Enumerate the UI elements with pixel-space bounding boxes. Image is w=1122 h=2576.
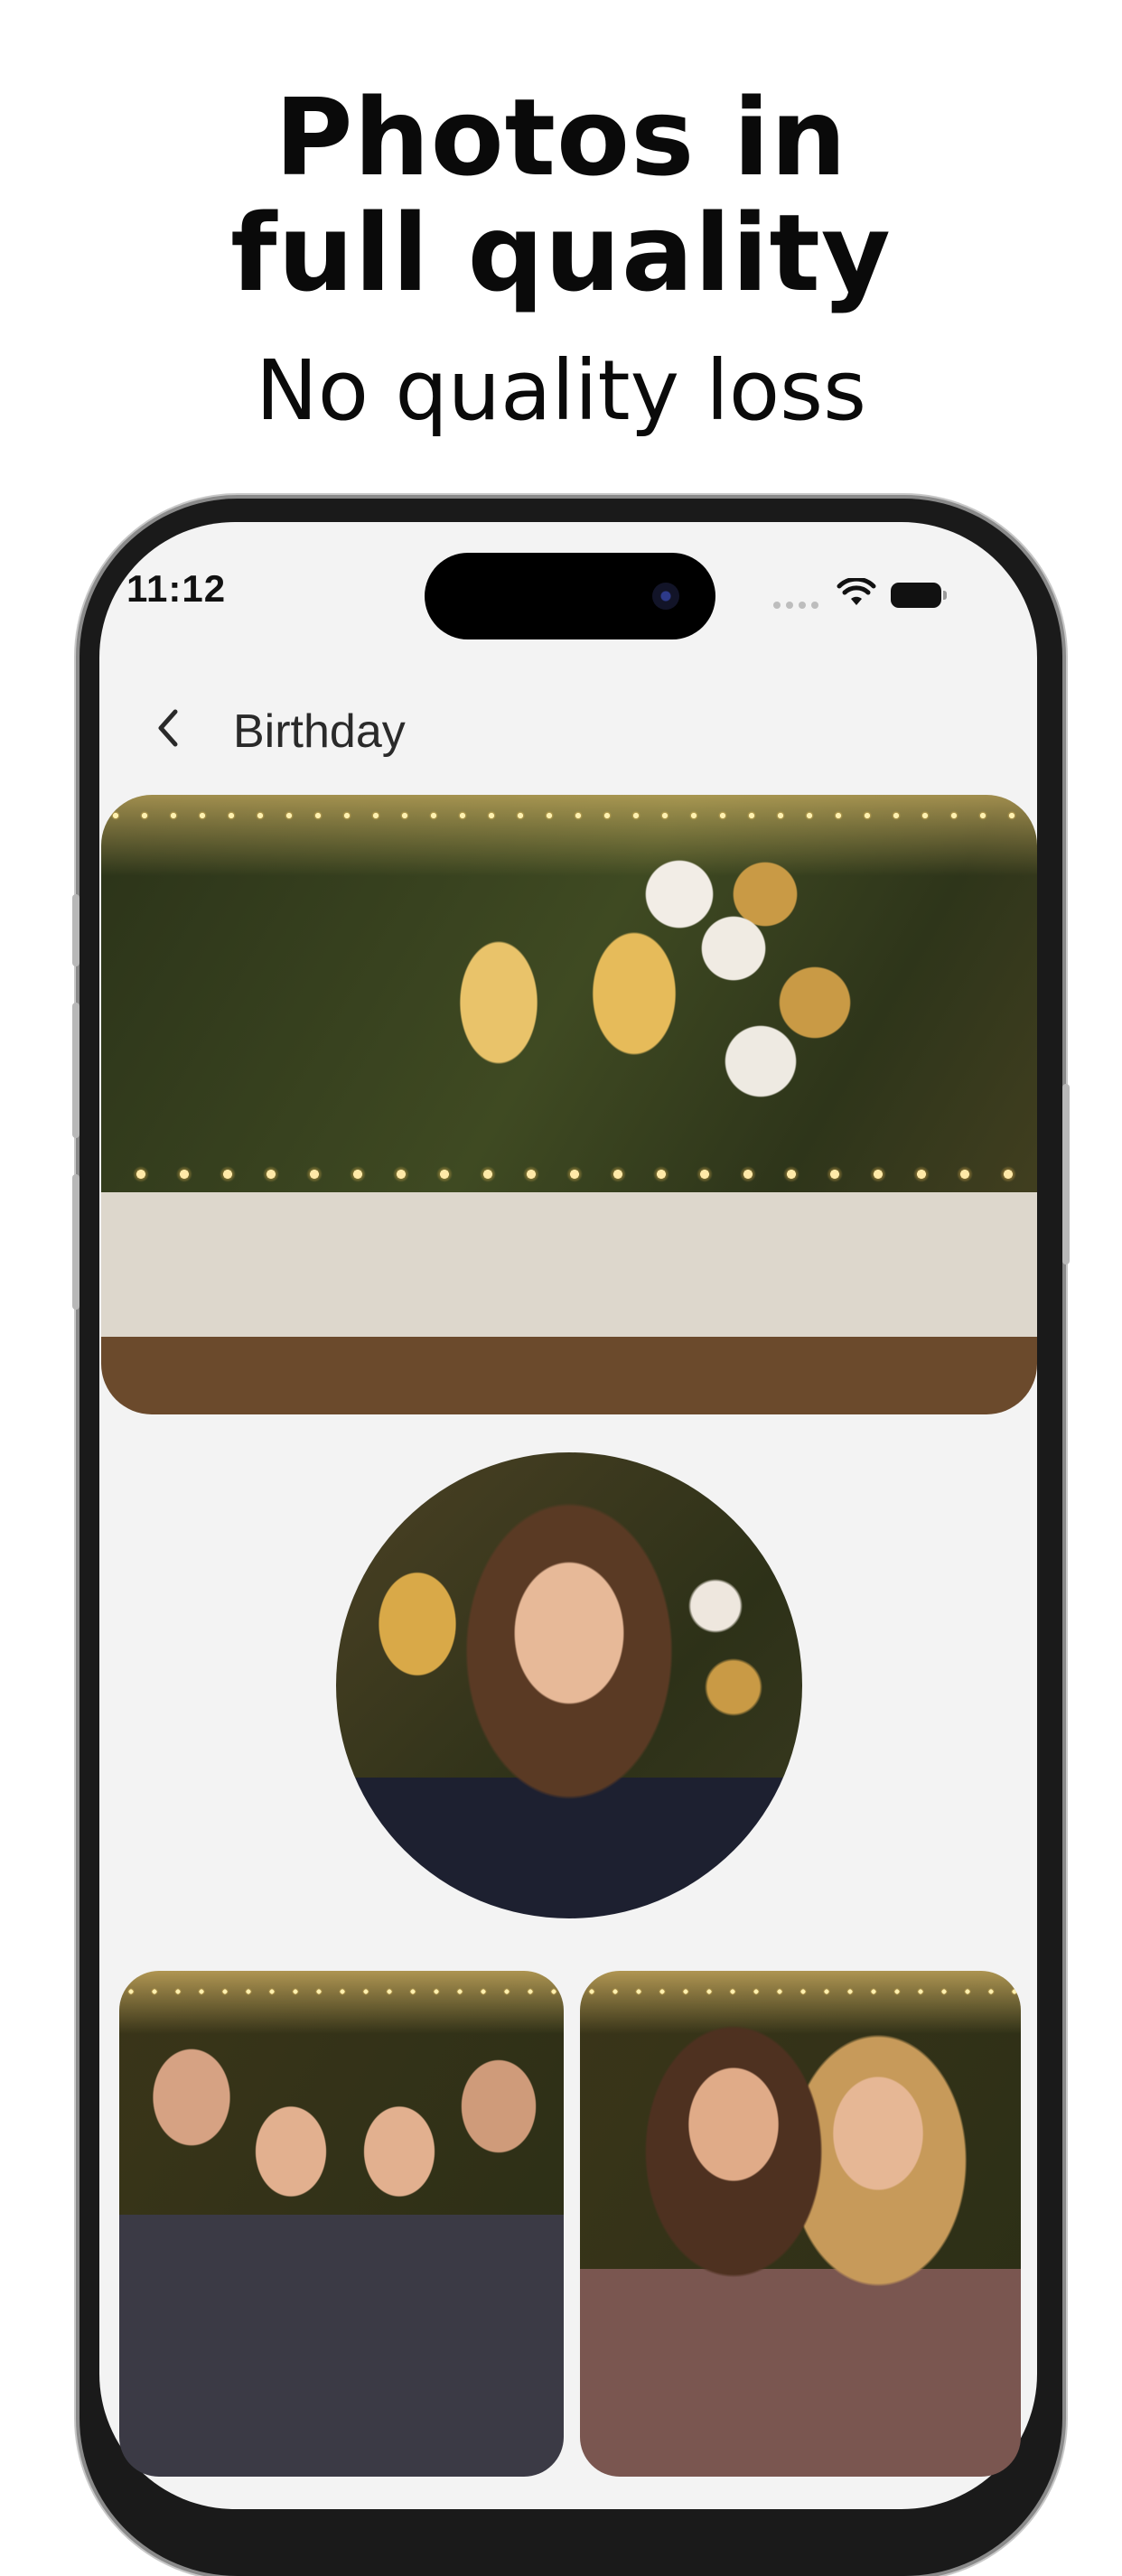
two-friends-photo[interactable] <box>580 1971 1021 2477</box>
wifi-icon <box>837 578 876 605</box>
promo-subheadline: No quality loss <box>255 342 867 439</box>
phone-power-button <box>1062 1084 1070 1265</box>
string-lights-decoration <box>101 804 1037 867</box>
friends-group-photo[interactable] <box>119 1971 564 2477</box>
battery-icon <box>891 583 947 608</box>
signal-dots-icon <box>773 602 818 609</box>
candles-decoration <box>119 1156 1023 1192</box>
front-camera-icon <box>652 583 679 610</box>
party-table-photo[interactable] <box>101 795 1037 1414</box>
album-title: Birthday <box>233 705 406 758</box>
status-time: 11:12 <box>126 567 227 610</box>
headline-line-1: Photos in <box>275 75 847 200</box>
string-lights-decoration <box>119 1982 564 2027</box>
portrait-photo[interactable] <box>336 1452 802 1918</box>
phone-volume-down-button <box>72 1174 79 1310</box>
string-lights-decoration <box>580 1982 1021 2027</box>
phone-mute-switch <box>72 894 79 966</box>
promo-headline: Photos in full quality <box>0 79 1122 311</box>
chevron-left-icon[interactable] <box>145 703 195 753</box>
headline-line-2: full quality <box>230 191 892 315</box>
phone-volume-up-button <box>72 1003 79 1138</box>
dynamic-island <box>425 553 715 639</box>
